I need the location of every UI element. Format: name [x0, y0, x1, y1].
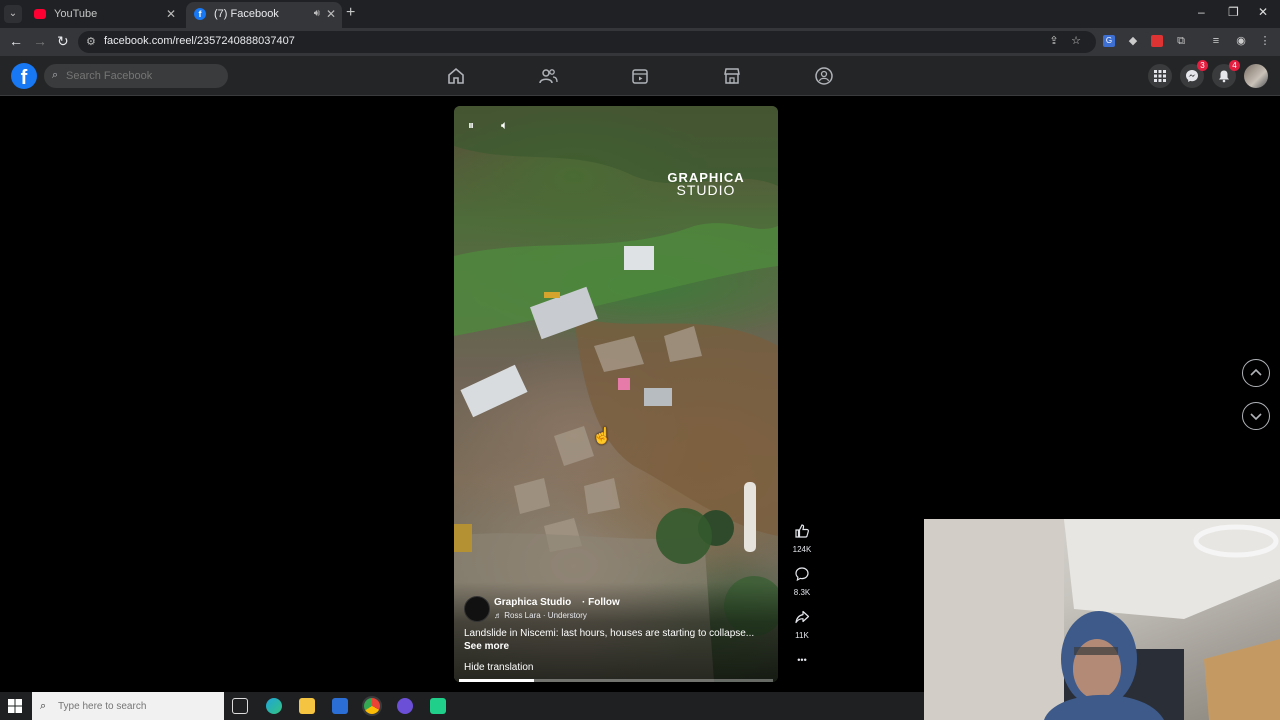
- tab-title: YouTube: [54, 8, 98, 20]
- share-button[interactable]: 11K: [786, 609, 818, 640]
- speaker-icon[interactable]: 🔊︎: [314, 2, 320, 26]
- reel-caption: Landslide in Niscemi: last hours, houses…: [464, 628, 755, 639]
- browser-toolbar: ← → ↻ ⚙ facebook.com/reel/23572408880374…: [0, 28, 1280, 56]
- next-reel-button[interactable]: [1242, 402, 1270, 430]
- new-tab-button[interactable]: +: [346, 4, 355, 22]
- extension-red-icon[interactable]: [1151, 35, 1163, 47]
- tab-strip: ⌄ YouTube ✕ f (7) Facebook 🔊︎ ✕ + – ❐ ✕: [0, 0, 1280, 28]
- forward-icon[interactable]: →: [33, 33, 47, 49]
- extension-icon[interactable]: ◆: [1127, 35, 1139, 47]
- reel-video[interactable]: ⏸ 🔈︎ GRAPHICA STUDIO Graphica Studio · F…: [454, 106, 778, 682]
- facebook-icon: f: [194, 8, 206, 20]
- comment-button[interactable]: 8.3K: [786, 566, 818, 597]
- profile-icon[interactable]: ◉: [1235, 35, 1247, 47]
- webcam-image: [924, 519, 1280, 720]
- minimize-button[interactable]: –: [1198, 5, 1205, 19]
- volume-icon[interactable]: 🔈︎: [501, 118, 508, 133]
- address-bar[interactable]: ⚙ facebook.com/reel/2357240888037407: [78, 31, 1096, 53]
- page-avatar[interactable]: [464, 596, 490, 622]
- edge-icon[interactable]: [266, 698, 282, 714]
- translate-extension-icon[interactable]: G: [1103, 35, 1115, 47]
- music-credit[interactable]: ♬ Ross Lara · Understory: [494, 611, 587, 620]
- video-icon[interactable]: [630, 66, 650, 86]
- taskbar-search-input[interactable]: [58, 698, 218, 714]
- extensions-puzzle-icon[interactable]: ⧉: [1175, 35, 1187, 47]
- restore-button[interactable]: ❐: [1228, 5, 1239, 19]
- windows-start-icon[interactable]: [8, 699, 22, 713]
- file-explorer-icon[interactable]: [299, 698, 315, 714]
- task-view-icon[interactable]: [232, 698, 248, 714]
- search-icon: ⌕: [40, 700, 47, 712]
- store-icon[interactable]: [332, 698, 348, 714]
- comment-count: 8.3K: [793, 588, 811, 597]
- back-icon[interactable]: ←: [9, 33, 23, 49]
- close-tab-icon[interactable]: ✕: [166, 2, 176, 26]
- channel-watermark: GRAPHICA STUDIO: [666, 171, 746, 198]
- account-avatar[interactable]: [1244, 64, 1268, 88]
- tab-youtube[interactable]: YouTube ✕: [26, 2, 182, 28]
- chevron-up-icon: [1250, 368, 1262, 376]
- facebook-search[interactable]: ⌕: [44, 64, 228, 88]
- share-count: 11K: [795, 631, 809, 640]
- tab-title: (7) Facebook: [214, 8, 279, 20]
- messenger-icon[interactable]: 3: [1180, 60, 1208, 88]
- close-window-button[interactable]: ✕: [1258, 5, 1268, 19]
- comment-icon: [795, 567, 809, 582]
- url-text: facebook.com/reel/2357240888037407: [104, 35, 295, 47]
- reel-info-overlay: Graphica Studio · Follow ♬ Ross Lara · U…: [454, 582, 778, 682]
- reload-icon[interactable]: ↻: [57, 33, 69, 50]
- close-tab-icon[interactable]: ✕: [326, 2, 336, 26]
- menu-grid-icon[interactable]: [1148, 64, 1172, 88]
- previous-reel-button[interactable]: [1242, 359, 1270, 387]
- windows-taskbar: ⌕: [0, 692, 924, 720]
- search-icon: ⌕: [52, 69, 59, 81]
- notifications-icon[interactable]: 4: [1212, 60, 1240, 88]
- groups-icon[interactable]: [814, 66, 834, 86]
- watermark-line-2: STUDIO: [676, 182, 736, 198]
- chrome-icon[interactable]: [364, 698, 380, 714]
- share-icon: [795, 610, 810, 624]
- like-button[interactable]: 124K: [786, 523, 818, 554]
- hand-cursor-icon: ☝: [592, 428, 612, 445]
- webcam-overlay: [924, 519, 1280, 720]
- facebook-logo[interactable]: f: [11, 63, 37, 89]
- hide-translation-link[interactable]: Hide translation: [464, 662, 533, 673]
- marketplace-icon[interactable]: [722, 66, 742, 86]
- search-input[interactable]: [66, 67, 216, 85]
- more-options-button[interactable]: •••: [786, 655, 818, 665]
- chrome-menu-icon[interactable]: ⋮: [1259, 35, 1271, 47]
- taskbar-search[interactable]: ⌕: [32, 692, 224, 720]
- friends-icon[interactable]: [538, 66, 558, 86]
- tab-facebook[interactable]: f (7) Facebook 🔊︎ ✕: [186, 2, 342, 28]
- see-more-link[interactable]: See more: [464, 641, 509, 652]
- notifications-badge: 4: [1229, 60, 1240, 71]
- media-control-icon[interactable]: ≡: [1210, 35, 1222, 47]
- install-app-icon[interactable]: ⇪: [1048, 35, 1060, 47]
- facebook-header: f ⌕ 3 4: [0, 56, 1280, 96]
- thumbs-up-icon: [795, 524, 809, 538]
- page-name[interactable]: Graphica Studio: [494, 597, 571, 608]
- tab-search-button[interactable]: ⌄: [4, 5, 22, 23]
- follow-button[interactable]: · Follow: [582, 597, 620, 608]
- video-progress-bar[interactable]: [459, 679, 773, 682]
- site-info-icon[interactable]: ⚙: [86, 35, 96, 48]
- home-icon[interactable]: [446, 66, 466, 86]
- video-progress-fill: [459, 679, 535, 682]
- obs-icon[interactable]: [397, 698, 413, 714]
- bookmark-star-icon[interactable]: ☆: [1070, 35, 1082, 47]
- app-icon[interactable]: [430, 698, 446, 714]
- chevron-down-icon: [1250, 413, 1262, 421]
- messenger-badge: 3: [1197, 60, 1208, 71]
- like-count: 124K: [792, 545, 812, 554]
- pause-icon[interactable]: ⏸: [468, 118, 474, 133]
- youtube-icon: [34, 9, 46, 19]
